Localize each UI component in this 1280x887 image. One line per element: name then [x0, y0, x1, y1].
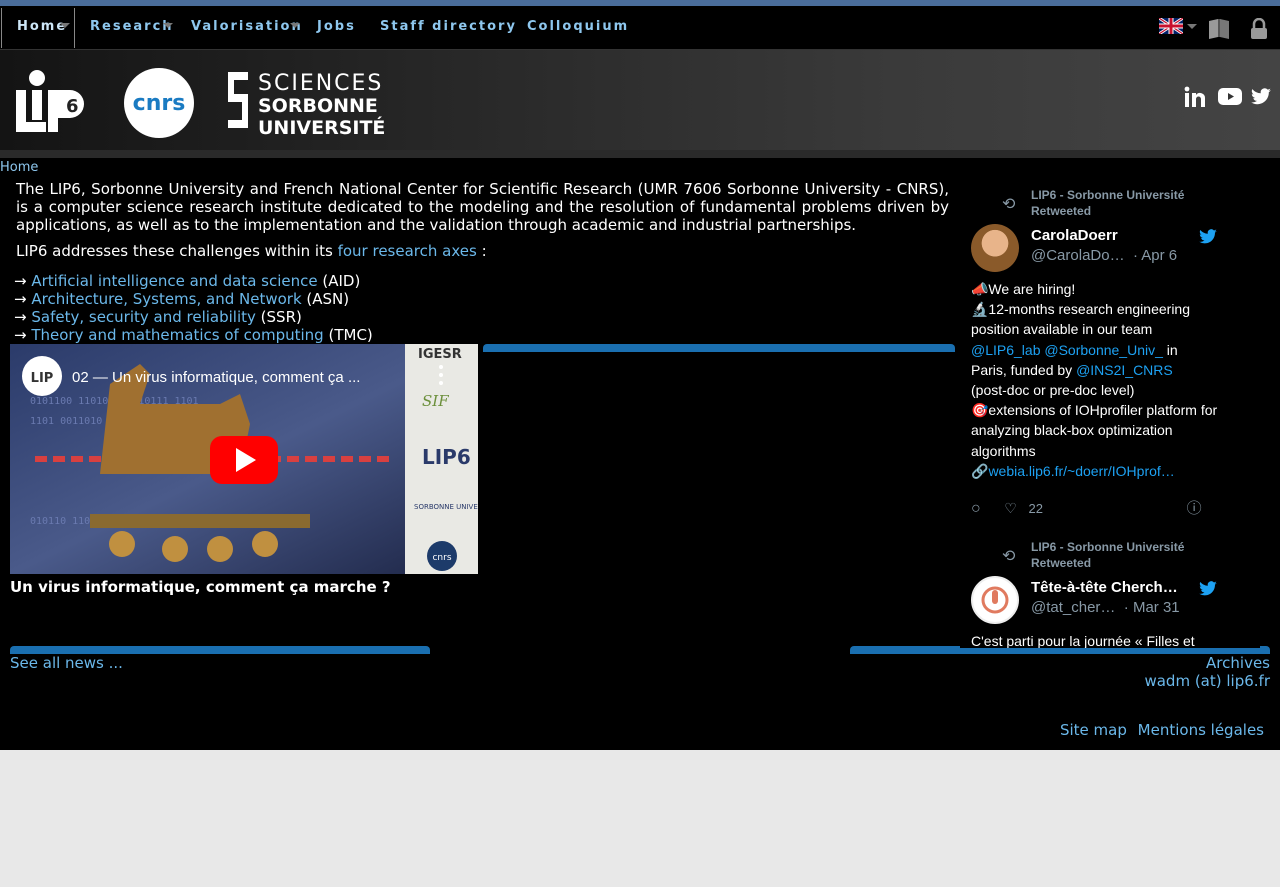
like-icon[interactable]: ♡	[1004, 500, 1017, 516]
axis-link-tmc[interactable]: Theory and mathematics of computing	[31, 326, 323, 344]
video-caption: Un virus informatique, comment ça marche…	[10, 578, 391, 596]
divider	[0, 150, 1280, 158]
chevron-down-icon[interactable]	[290, 23, 300, 28]
chevron-down-icon[interactable]	[163, 23, 173, 28]
research-axes-link[interactable]: four research axes	[338, 242, 477, 260]
archives-block: Archives wadm (at) lip6.fr	[1144, 654, 1270, 690]
info-icon[interactable]: ⓘ	[1187, 500, 1202, 517]
video-title-overlay[interactable]: 02 — Un virus informatique, comment ça .…	[72, 369, 360, 386]
svg-text:LIP: LIP	[31, 371, 54, 386]
axis-link-asn[interactable]: Architecture, Systems, and Network	[31, 290, 301, 308]
retweet-icon: ⟲	[1002, 196, 1016, 213]
legal-notice-link[interactable]: Mentions légales	[1138, 721, 1264, 739]
nav-item-staff-directory[interactable]: Staff directory	[380, 6, 517, 50]
divider-bar	[10, 646, 430, 654]
divider-bar	[483, 344, 955, 352]
list-item: → Safety, security and reliability (SSR)	[14, 308, 302, 326]
list-item: → Artificial intelligence and data scien…	[14, 272, 361, 290]
svg-text:cnrs: cnrs	[133, 91, 186, 116]
contact-email-link[interactable]: wadm (at) lip6.fr	[1144, 672, 1270, 690]
like-count: 22	[1028, 501, 1043, 516]
site-header: 6 cnrs SCIENCES SORBONNE UNIVERSITÉ	[0, 50, 1280, 150]
chevron-down-icon[interactable]	[60, 23, 70, 28]
main-navigation: Home Research Valorisation Jobs Staff di…	[0, 6, 1280, 50]
cnrs-logo[interactable]: cnrs	[124, 68, 194, 138]
tweet-body: C'est parti pour la journée « Filles et	[971, 633, 1195, 648]
svg-text:LIP6: LIP6	[422, 445, 471, 469]
research-axes-list: → Artificial intelligence and data scien…	[14, 272, 373, 344]
play-button-icon[interactable]	[210, 436, 278, 484]
chevron-down-icon[interactable]	[1187, 24, 1197, 29]
mention-link[interactable]: @INS2I_CNRS	[1076, 362, 1173, 378]
book-icon[interactable]	[1207, 18, 1231, 40]
tweet-author-name[interactable]: Tête-à-tête Cherch…	[1031, 579, 1178, 596]
svg-text:6: 6	[66, 96, 79, 117]
video-player[interactable]: 0101100 1101001 0010111 1101 1101 001101…	[10, 344, 478, 574]
svg-text:SIF: SIF	[422, 392, 449, 410]
retweeted-by: LIP6 - Sorbonne Université Retweeted	[1031, 540, 1185, 570]
intro-paragraph: The LIP6, Sorbonne University and French…	[16, 180, 949, 234]
axis-link-ssr[interactable]: Safety, security and reliability	[31, 308, 256, 326]
nav-item-home[interactable]: Home	[1, 8, 75, 48]
footer-links: Site map Mentions légales	[1054, 721, 1264, 739]
svg-text:SCIENCES: SCIENCES	[258, 71, 383, 96]
avatar[interactable]	[971, 576, 1019, 624]
nav-item-jobs[interactable]: Jobs	[317, 6, 356, 50]
tweet-body: 📣We are hiring! 🔬12-months research engi…	[971, 281, 1218, 479]
nav-item-valorisation[interactable]: Valorisation	[191, 6, 303, 50]
tweet-author-name[interactable]: CarolaDoerr	[1031, 227, 1118, 244]
nav-item-research[interactable]: Research	[90, 6, 174, 50]
sorbonne-universite-logo[interactable]: SCIENCES SORBONNE UNIVERSITÉ	[222, 66, 402, 138]
lock-icon[interactable]	[1250, 18, 1268, 40]
archives-link[interactable]: Archives	[1144, 654, 1270, 672]
svg-text:SORBONNE: SORBONNE	[258, 95, 378, 117]
avatar[interactable]	[971, 224, 1019, 272]
site-map-link[interactable]: Site map	[1060, 721, 1127, 739]
list-item: → Architecture, Systems, and Network (AS…	[14, 290, 350, 308]
mention-link[interactable]: @Sorbonne_Univ_	[1044, 342, 1163, 358]
lip6-logo[interactable]: 6	[14, 62, 94, 134]
svg-text:IGESR: IGESR	[418, 347, 462, 362]
mention-link[interactable]: @LIP6_lab	[971, 342, 1040, 358]
youtube-icon[interactable]	[1218, 88, 1242, 105]
intro-suffix: :	[476, 242, 487, 260]
svg-text:cnrs: cnrs	[432, 553, 451, 563]
twitter-bird-icon[interactable]	[1198, 581, 1218, 597]
uk-flag-icon[interactable]	[1159, 18, 1183, 34]
nav-item-colloquium[interactable]: Colloquium	[527, 6, 629, 50]
linkedin-icon[interactable]	[1184, 86, 1210, 108]
svg-text:UNIVERSITÉ: UNIVERSITÉ	[258, 116, 385, 138]
retweeted-by: LIP6 - Sorbonne Université Retweeted	[1031, 188, 1185, 218]
list-item: → Theory and mathematics of computing (T…	[14, 326, 373, 344]
research-axes-intro: LIP6 addresses these challenges within i…	[16, 242, 487, 260]
tweet-actions: ○ ♡ 22 ⓘ	[971, 497, 1202, 518]
see-all-news-link[interactable]: See all news ...	[10, 654, 123, 672]
retweet-icon: ⟲	[1002, 548, 1016, 565]
twitter-timeline[interactable]: ⟲ LIP6 - Sorbonne Université Retweeted C…	[960, 180, 1260, 648]
twitter-bird-icon[interactable]	[1198, 229, 1218, 245]
breadcrumb[interactable]: Home	[0, 160, 38, 175]
tweet-author-handle[interactable]: @tat_cher… · Mar 31	[1031, 599, 1180, 616]
tweet-url-link[interactable]: webia.lip6.fr/~doerr/IOHprof…	[988, 463, 1174, 479]
tweet-author-handle[interactable]: @CarolaDo… · Apr 6	[1031, 247, 1177, 264]
twitter-icon[interactable]	[1250, 88, 1272, 106]
svg-text:SORBONNE UNIVERSITÉ: SORBONNE UNIVERSITÉ	[414, 502, 478, 511]
reply-icon[interactable]: ○	[971, 500, 981, 517]
intro-text: LIP6 addresses these challenges within i…	[16, 242, 333, 260]
axis-link-aid[interactable]: Artificial intelligence and data science	[31, 272, 317, 290]
